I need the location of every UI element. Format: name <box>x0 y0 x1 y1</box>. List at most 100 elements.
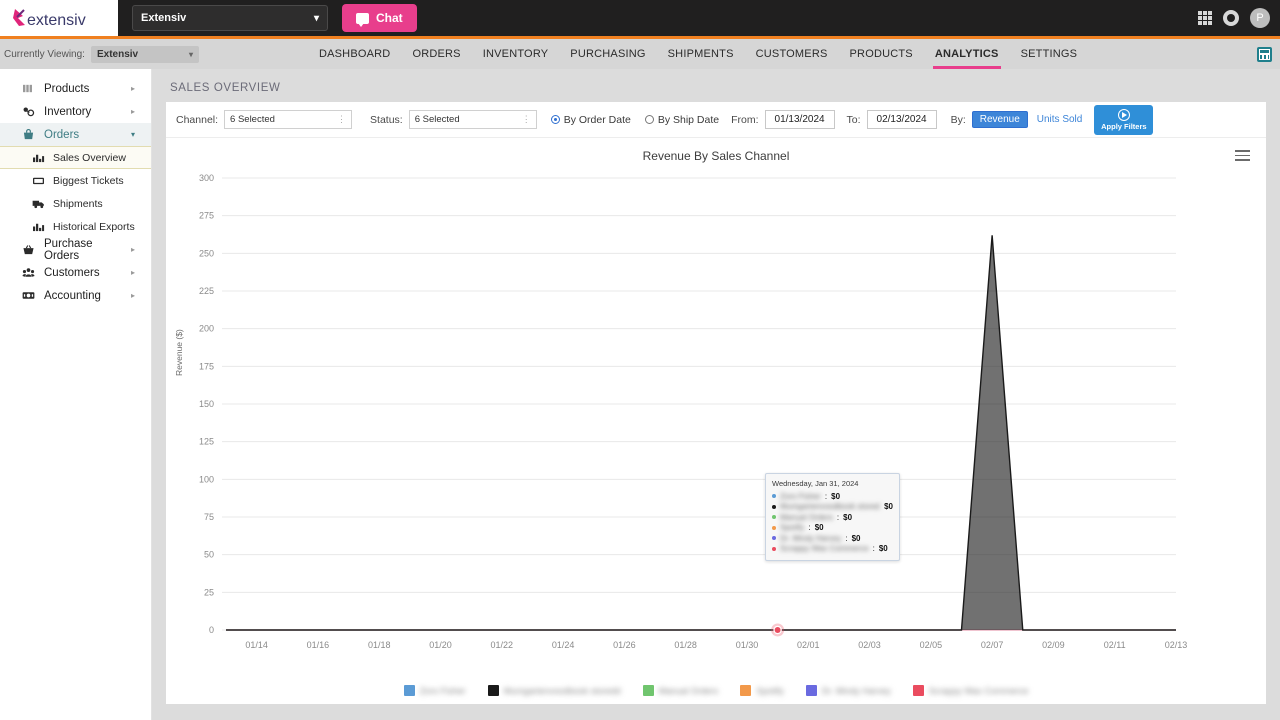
sidebar-item-historical-exports[interactable]: Historical Exports <box>0 215 151 238</box>
filter-bar: Channel: 6 Selected ⋮ Status: 6 Selected… <box>166 102 1266 138</box>
tab-products[interactable]: PRODUCTS <box>850 39 913 69</box>
legend-item[interactable]: Dr. Mindy Harvey <box>805 685 891 696</box>
calculator-icon[interactable] <box>1257 46 1272 62</box>
tooltip-series-value: $0 <box>814 523 824 533</box>
tooltip-row: Dr. Mindy Harvey : $0 <box>772 533 893 544</box>
chat-button[interactable]: Chat <box>342 4 417 32</box>
svg-text:01/28: 01/28 <box>674 640 697 650</box>
sidebar-item-shipments[interactable]: Shipments <box>0 192 151 215</box>
tooltip-colon: : <box>872 544 875 554</box>
legend-item[interactable]: Manual Orders <box>642 685 718 696</box>
tab-analytics[interactable]: ANALYTICS <box>932 39 1001 69</box>
currently-viewing-selector[interactable]: Extensiv ▾ <box>90 45 199 63</box>
tab-inventory[interactable]: INVENTORY <box>483 39 549 69</box>
svg-text:02/11: 02/11 <box>1104 640 1126 650</box>
tooltip-series-name: Zoro Fisher <box>780 491 821 501</box>
svg-text:02/05: 02/05 <box>920 640 943 650</box>
sidebar-item-label: Products <box>44 82 90 95</box>
sidebar-item-accounting[interactable]: Accounting ▸ <box>0 284 151 307</box>
svg-text:01/30: 01/30 <box>736 640 759 650</box>
extensiv-logo[interactable]: extensiv <box>0 0 118 36</box>
legend-label: Spotify <box>756 685 784 696</box>
units-sold-toggle-button[interactable]: Units Sold <box>1037 114 1083 125</box>
tooltip-series-value: $0 <box>884 502 893 512</box>
svg-text:01/14: 01/14 <box>245 640 268 650</box>
main-navbar: Currently Viewing: Extensiv ▾ DASHBOARD … <box>0 39 1280 69</box>
apps-grid-icon[interactable] <box>1198 11 1212 25</box>
sidebar-item-orders[interactable]: Orders ▾ <box>0 123 151 146</box>
tooltip-series-value: $0 <box>843 512 853 522</box>
sidebar-item-label: Purchase Orders <box>44 237 93 262</box>
apply-filters-button[interactable]: Apply Filters <box>1094 104 1154 135</box>
to-label: To: <box>846 113 861 126</box>
currently-viewing: Currently Viewing: Extensiv ▾ <box>0 45 199 63</box>
chart-container: Revenue By Sales Channel Revenue ($) 0 25… <box>166 138 1266 704</box>
svg-text:150: 150 <box>199 399 214 409</box>
svg-text:50: 50 <box>204 550 214 560</box>
chart-icon <box>33 223 45 232</box>
series-dot-icon <box>772 515 776 520</box>
tab-purchasing[interactable]: PURCHASING <box>570 39 645 69</box>
legend-item[interactable]: Scrappy Wax Commerce <box>912 685 1029 696</box>
revenue-area-chart[interactable]: 0 25 50 75 100 125 150 175 200 225 250 275 300 01/14 0… <box>166 164 1266 674</box>
tab-dashboard[interactable]: DASHBOARD <box>319 39 390 69</box>
tooltip-row: Manual Orders : $0 <box>772 512 893 523</box>
analytics-panel: Channel: 6 Selected ⋮ Status: 6 Selected… <box>166 102 1266 704</box>
radio-by-order-date[interactable]: By Order Date <box>550 114 631 126</box>
chart-icon <box>33 154 45 163</box>
apply-filters-label: Apply Filters <box>1101 121 1147 131</box>
nav-tabs: DASHBOARD ORDERS INVENTORY PURCHASING SH… <box>319 39 1077 69</box>
legend-label: Mumgartenvoodbook storedd <box>503 685 621 696</box>
sidebar-item-biggest-tickets[interactable]: Biggest Tickets <box>0 169 151 192</box>
gear-icon[interactable] <box>1223 10 1239 26</box>
avatar[interactable]: P <box>1250 8 1270 28</box>
svg-text:125: 125 <box>199 437 214 447</box>
legend-swatch-icon <box>740 685 752 696</box>
tooltip-series-value: $0 <box>831 491 841 501</box>
tooltip-series-value: $0 <box>878 544 888 554</box>
to-date-input[interactable]: 02/13/2024 <box>866 110 937 129</box>
sidebar-item-inventory[interactable]: Inventory ▸ <box>0 100 151 123</box>
sidebar-item-purchase-orders[interactable]: Purchase Orders ▸ <box>0 237 151 262</box>
legend-item[interactable]: Zoro Fisher <box>403 685 466 696</box>
status-select[interactable]: 6 Selected ⋮ <box>408 110 537 129</box>
sidebar-item-label: Inventory <box>44 105 92 118</box>
chevron-down-icon: ⋮ <box>521 114 531 124</box>
svg-text:01/16: 01/16 <box>307 640 330 650</box>
tab-orders[interactable]: ORDERS <box>412 39 460 69</box>
revenue-toggle-button[interactable]: Revenue <box>971 111 1028 128</box>
tooltip-colon: : <box>836 512 840 522</box>
orders-icon <box>23 129 34 140</box>
purchase-orders-icon <box>23 245 34 255</box>
tab-shipments[interactable]: SHIPMENTS <box>668 39 734 69</box>
series-dot-icon <box>772 546 776 551</box>
svg-text:extensiv: extensiv <box>27 12 86 29</box>
svg-text:300: 300 <box>199 173 214 183</box>
legend-item[interactable]: Mumgartenvoodbook storedd <box>487 685 621 696</box>
svg-text:02/07: 02/07 <box>981 640 1004 650</box>
svg-text:01/20: 01/20 <box>429 640 452 650</box>
sidebar-item-sales-overview[interactable]: Sales Overview <box>0 146 151 169</box>
chat-bubble-icon <box>356 12 369 27</box>
org-selector[interactable]: Extensiv ▾ <box>132 5 328 31</box>
chevron-right-icon: ▸ <box>130 268 135 277</box>
chart-menu-icon[interactable] <box>1235 150 1250 164</box>
series-dot-icon <box>772 504 776 509</box>
chart-legend: Zoro Fisher Mumgartenvoodbook storedd Manu… <box>166 685 1266 696</box>
legend-item[interactable]: Spotify <box>740 685 784 696</box>
svg-text:02/01: 02/01 <box>797 640 820 650</box>
svg-text:75: 75 <box>204 512 214 522</box>
sidebar-item-customers[interactable]: Customers ▸ <box>0 261 151 284</box>
svg-text:02/03: 02/03 <box>858 640 881 650</box>
tooltip-series-name: Spotify <box>780 523 805 533</box>
tab-settings[interactable]: SETTINGS <box>1021 39 1078 69</box>
radio-by-ship-date[interactable]: By Ship Date <box>644 114 719 126</box>
main-content: SALES OVERVIEW Channel: 6 Selected ⋮ Sta… <box>152 69 1280 720</box>
legend-label: Scrappy Wax Commerce <box>928 685 1029 696</box>
sidebar-item-products[interactable]: Products ▸ <box>0 77 151 100</box>
from-date-input[interactable]: 01/13/2024 <box>764 110 835 129</box>
chevron-right-icon: ▸ <box>130 291 135 300</box>
tab-customers[interactable]: CUSTOMERS <box>756 39 828 69</box>
channel-select[interactable]: 6 Selected ⋮ <box>224 110 353 129</box>
sidebar-item-label: Customers <box>44 266 100 279</box>
